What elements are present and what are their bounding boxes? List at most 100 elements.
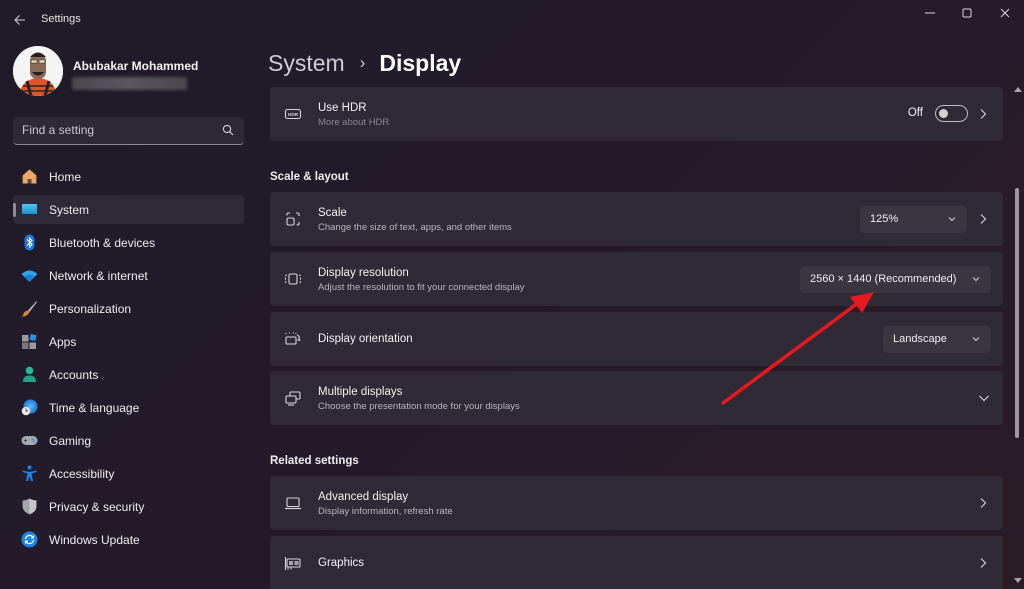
use-hdr-title: Use HDR xyxy=(318,102,367,114)
avatar xyxy=(13,46,63,96)
sidebar-item-label: System xyxy=(49,203,89,217)
main-content: HDR Use HDR More about HDR Off Scale & l… xyxy=(270,0,1004,589)
accessibility-icon xyxy=(21,465,38,482)
display-resolution-value: 2560 × 1440 (Recommended) xyxy=(810,273,956,285)
hdr-toggle[interactable] xyxy=(935,105,968,122)
multiple-displays-subtitle: Choose the presentation mode for your di… xyxy=(318,401,520,412)
sidebar-item-label: Windows Update xyxy=(49,533,140,547)
multiple-displays-title: Multiple displays xyxy=(318,386,402,398)
sidebar-item-label: Personalization xyxy=(49,302,131,316)
sidebar-item-personalization[interactable]: Personalization xyxy=(13,294,244,323)
graphics-card[interactable]: Graphics xyxy=(270,536,1003,589)
gamepad-icon xyxy=(21,432,38,449)
resolution-icon xyxy=(284,270,302,288)
wifi-icon xyxy=(21,267,38,284)
display-resolution-card: Display resolution Adjust the resolution… xyxy=(270,252,1003,306)
sidebar-item-privacy-security[interactable]: Privacy & security xyxy=(13,492,244,521)
display-resolution-title: Display resolution xyxy=(318,267,409,279)
use-hdr-card[interactable]: HDR Use HDR More about HDR Off xyxy=(270,87,1003,141)
globe-clock-icon xyxy=(21,399,38,416)
app-title: Settings xyxy=(41,13,81,25)
sidebar-item-time-language[interactable]: Time & language xyxy=(13,393,244,422)
person-icon xyxy=(21,366,38,383)
scale-dropdown[interactable]: 125% xyxy=(860,206,967,233)
section-heading-related-settings: Related settings xyxy=(270,455,359,467)
sidebar-item-label: Accounts xyxy=(49,368,98,382)
sidebar-item-home[interactable]: Home xyxy=(13,162,244,191)
sidebar-item-label: Accessibility xyxy=(49,467,114,481)
scale-subtitle: Change the size of text, apps, and other… xyxy=(318,222,512,233)
graphics-title: Graphics xyxy=(318,557,364,569)
sidebar-item-apps[interactable]: Apps xyxy=(13,327,244,356)
sidebar-item-gaming[interactable]: Gaming xyxy=(13,426,244,455)
sidebar-item-label: Privacy & security xyxy=(49,500,144,514)
sidebar-item-label: Gaming xyxy=(49,434,91,448)
apps-icon xyxy=(21,333,38,350)
scale-icon xyxy=(284,210,302,228)
chevron-right-icon xyxy=(977,211,989,227)
chevron-right-icon xyxy=(977,555,989,571)
profile-email-redacted xyxy=(72,77,187,90)
chevron-down-icon xyxy=(971,334,981,344)
chevron-right-icon xyxy=(977,106,989,122)
back-button[interactable] xyxy=(10,10,30,30)
sidebar-item-system[interactable]: System xyxy=(13,195,244,224)
expand-chevron-down-icon[interactable] xyxy=(977,391,991,405)
display-orientation-card: Display orientation Landscape xyxy=(270,312,1003,366)
search-input[interactable] xyxy=(22,123,212,137)
sidebar-item-bluetooth[interactable]: Bluetooth & devices xyxy=(13,228,244,257)
chevron-right-icon xyxy=(977,495,989,511)
sidebar-item-label: Home xyxy=(49,170,81,184)
multiple-displays-icon xyxy=(284,389,302,407)
scrollbar[interactable] xyxy=(1011,87,1023,589)
sidebar-item-label: Network & internet xyxy=(49,269,148,283)
sidebar-item-windows-update[interactable]: Windows Update xyxy=(13,525,244,554)
svg-text:HDR: HDR xyxy=(288,112,299,117)
sidebar-nav: Home System Bluetooth & devices Network … xyxy=(13,162,244,558)
display-orientation-dropdown[interactable]: Landscape xyxy=(883,326,991,353)
shield-icon xyxy=(21,498,38,515)
search-icon xyxy=(222,124,234,136)
display-orientation-value: Landscape xyxy=(893,333,947,345)
sidebar-item-accounts[interactable]: Accounts xyxy=(13,360,244,389)
scroll-down-arrow-icon[interactable] xyxy=(1014,578,1022,583)
scroll-up-arrow-icon[interactable] xyxy=(1014,87,1022,92)
advanced-display-card[interactable]: Advanced display Display information, re… xyxy=(270,476,1003,530)
update-icon xyxy=(21,531,38,548)
sidebar-item-label: Bluetooth & devices xyxy=(49,236,155,250)
orientation-icon xyxy=(284,330,302,348)
display-resolution-subtitle: Adjust the resolution to fit your connec… xyxy=(318,282,524,293)
profile-name: Abubakar Mohammed xyxy=(73,59,198,73)
display-orientation-title: Display orientation xyxy=(318,333,413,345)
system-monitor-icon xyxy=(21,201,38,218)
section-heading-scale-layout: Scale & layout xyxy=(270,171,349,183)
advanced-display-subtitle: Display information, refresh rate xyxy=(318,506,453,517)
graphics-card-icon xyxy=(284,554,302,572)
scroll-track[interactable] xyxy=(1015,97,1019,577)
scroll-thumb[interactable] xyxy=(1015,188,1019,438)
paintbrush-icon xyxy=(21,300,38,317)
sidebar: Abubakar Mohammed Home System Bluetooth … xyxy=(0,40,256,589)
more-about-hdr-link[interactable]: More about HDR xyxy=(318,117,389,128)
multiple-displays-card[interactable]: Multiple displays Choose the presentatio… xyxy=(270,371,1003,425)
scale-title: Scale xyxy=(318,207,347,219)
search-box[interactable] xyxy=(13,117,244,145)
chevron-down-icon xyxy=(971,274,981,284)
avatar-image xyxy=(13,46,63,96)
chevron-down-icon xyxy=(947,214,957,224)
sidebar-item-network[interactable]: Network & internet xyxy=(13,261,244,290)
display-resolution-dropdown[interactable]: 2560 × 1440 (Recommended) xyxy=(800,266,991,293)
sidebar-item-label: Time & language xyxy=(49,401,139,415)
scale-value: 125% xyxy=(870,213,898,225)
home-icon xyxy=(21,168,38,185)
advanced-display-title: Advanced display xyxy=(318,491,408,503)
sidebar-item-label: Apps xyxy=(49,335,76,349)
laptop-icon xyxy=(284,494,302,512)
hdr-icon: HDR xyxy=(284,105,302,123)
scale-card[interactable]: Scale Change the size of text, apps, and… xyxy=(270,192,1003,246)
toggle-knob xyxy=(939,109,948,118)
hdr-toggle-label: Off xyxy=(908,107,923,119)
sidebar-item-accessibility[interactable]: Accessibility xyxy=(13,459,244,488)
user-profile[interactable]: Abubakar Mohammed xyxy=(13,46,253,98)
bluetooth-icon xyxy=(21,234,38,251)
